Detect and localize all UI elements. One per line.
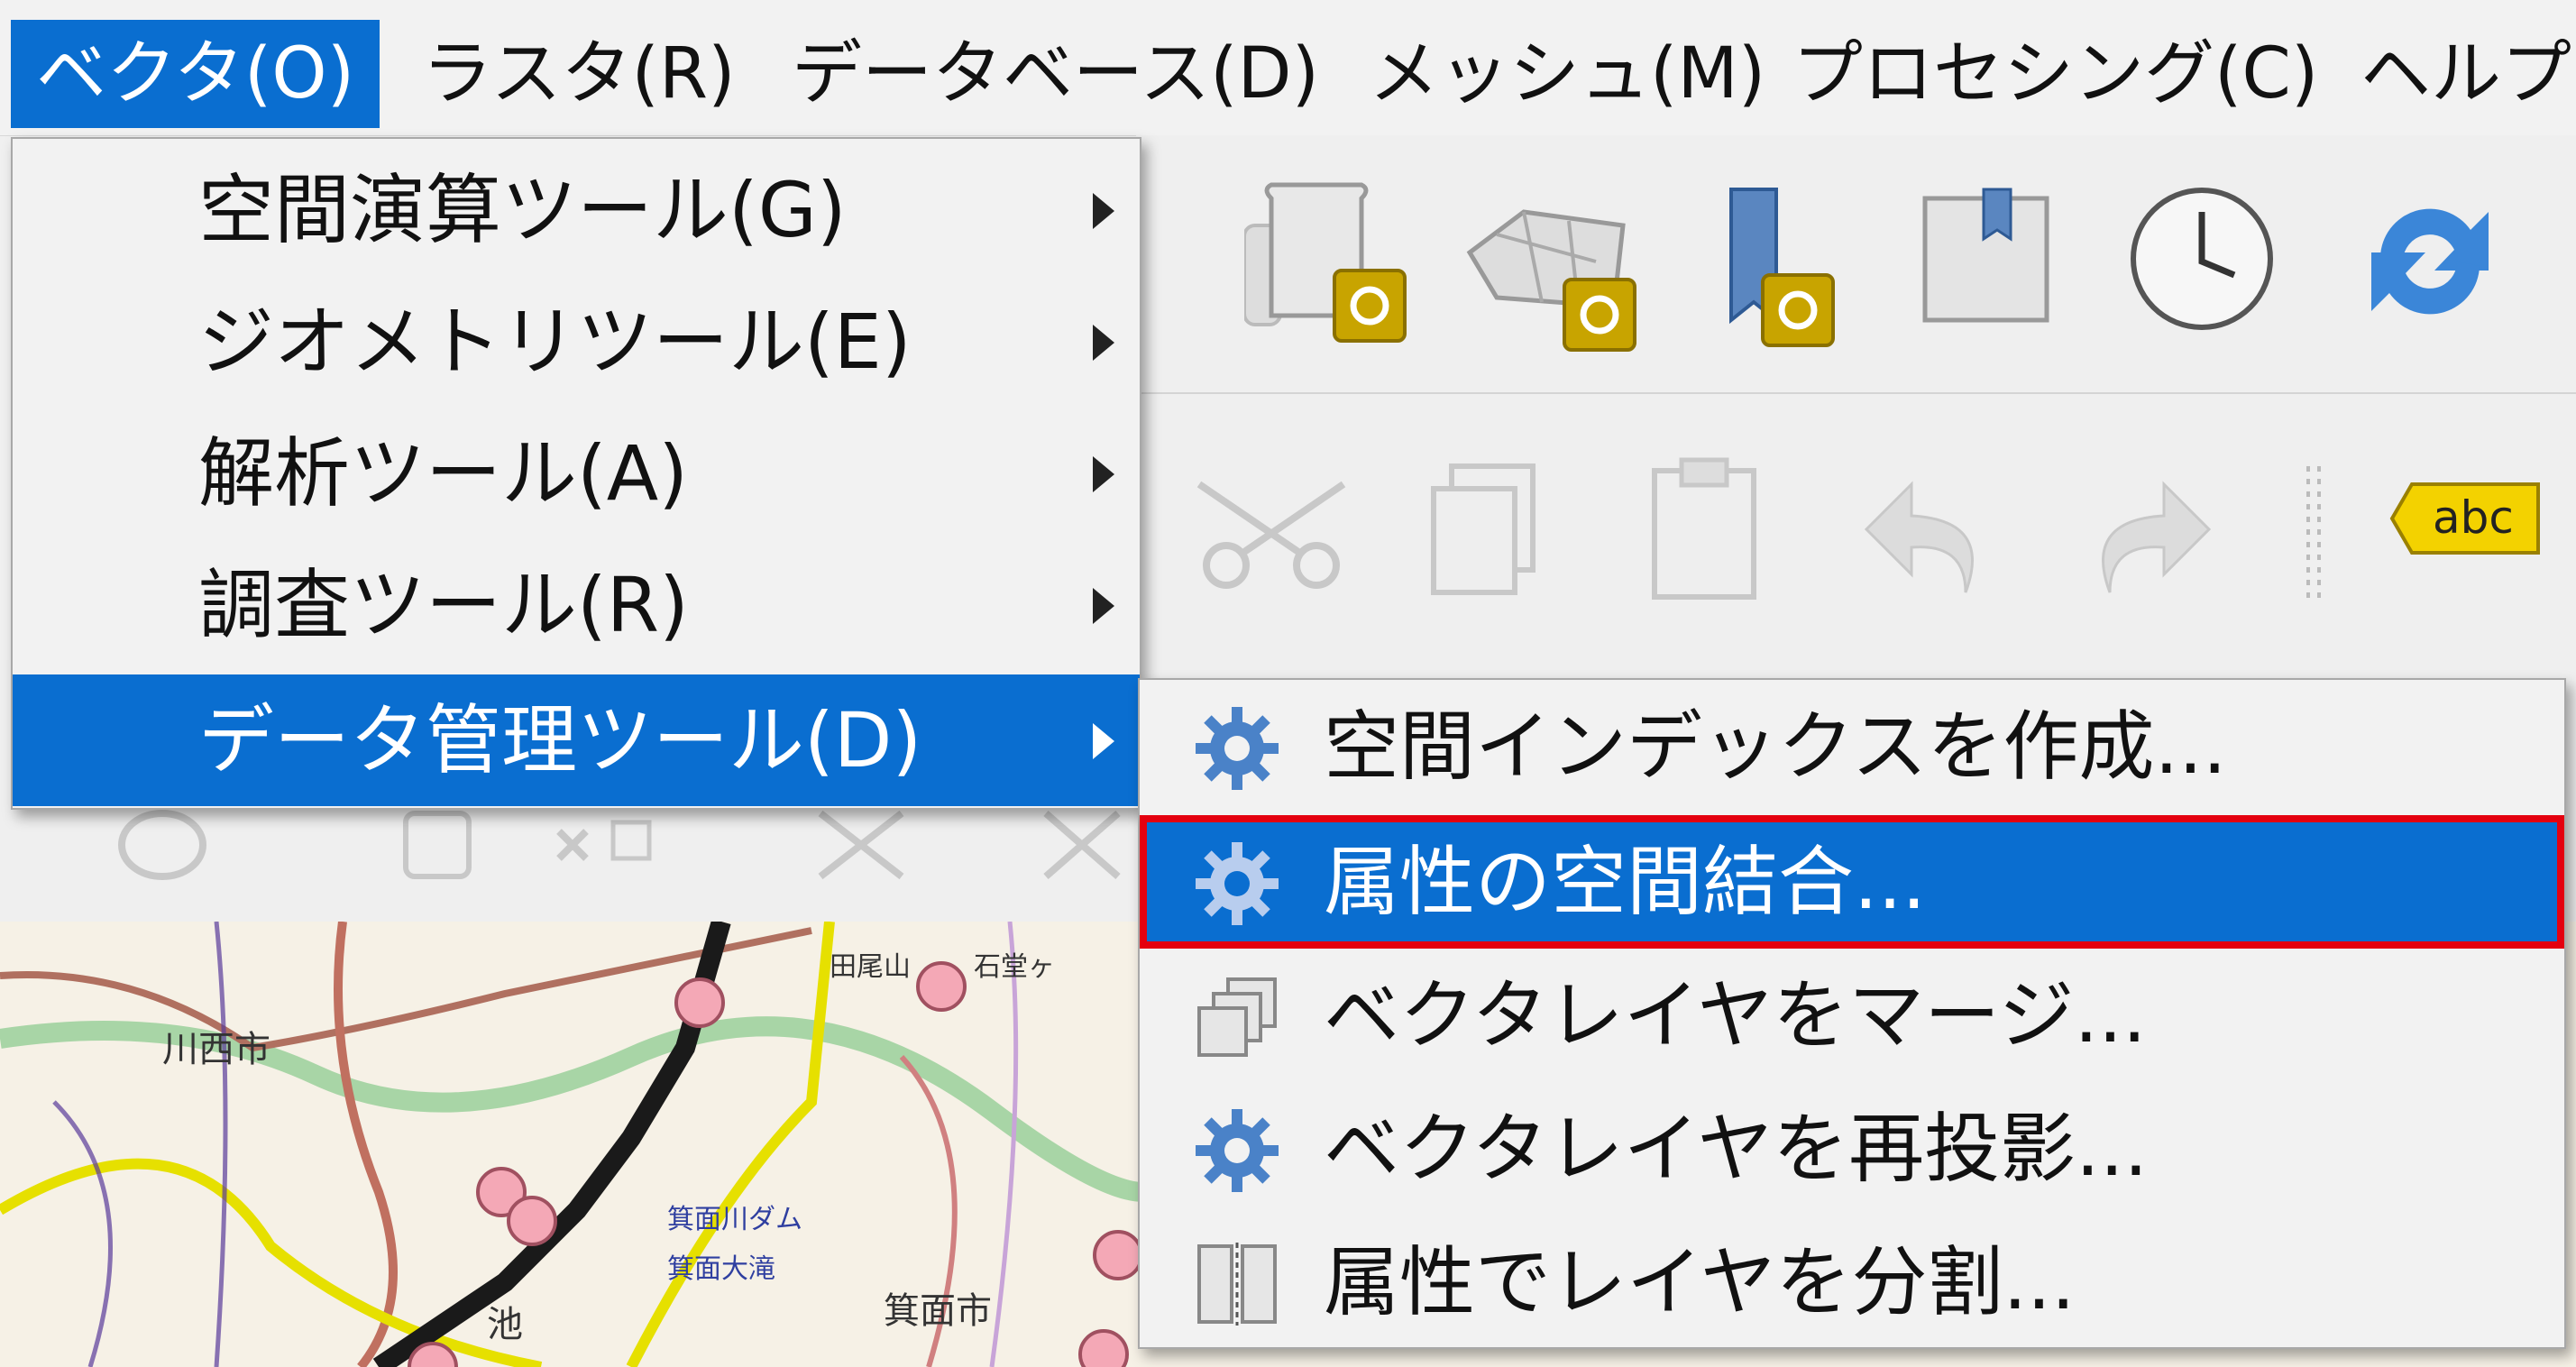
menu-raster[interactable]: ラスタ(R) [397, 20, 761, 128]
split-parts-icon[interactable] [1028, 795, 1136, 895]
map-label-ike: 池 [487, 1304, 523, 1345]
submenu-item-split-vector-layer[interactable]: 属性でレイヤを分割... [1140, 1216, 2564, 1349]
map-label-minoh-falls: 箕面大滝 [667, 1253, 775, 1285]
menu-item-label: データ管理ツール(D) [198, 696, 922, 784]
menu-item-label: 調査ツール(R) [198, 561, 689, 649]
submenu-item-label: 属性でレイヤを分割... [1324, 1238, 2076, 1326]
toolbar-grip-icon[interactable] [2299, 457, 2326, 610]
menu-help[interactable]: ヘルプ( [2335, 20, 2576, 128]
map-label-kawanishi: 川西市 [162, 1029, 270, 1070]
new-temporary-layer-icon[interactable] [1911, 185, 2065, 329]
submenu-item-label: 属性の空間結合... [1324, 838, 1927, 926]
split-layer-icon [1197, 1243, 1277, 1326]
delete-ring-icon[interactable] [541, 795, 685, 895]
copy-icon[interactable] [1425, 457, 1551, 601]
label-tool-text: abc [2433, 491, 2514, 544]
gear-icon [1196, 842, 1279, 925]
gear-icon [1196, 1109, 1279, 1192]
toolbar-edit: abc [1136, 394, 2576, 662]
label-tool-icon[interactable]: abc [2389, 480, 2543, 557]
cut-icon[interactable] [1190, 466, 1352, 592]
submenu-arrow-icon [1093, 193, 1114, 229]
submenu-item-merge-vector-layers[interactable]: ベクタレイヤをマージ... [1140, 949, 2564, 1082]
merge-layers-icon [1197, 977, 1277, 1057]
data-management-submenu: 空間インデックスを作成... 属性の空間結合... ベクタレイヤをマージ... [1138, 678, 2566, 1349]
map-label-minoh-dam: 箕面川ダム [667, 1204, 802, 1235]
menu-database[interactable]: データベース(D) [766, 20, 1344, 128]
submenu-item-reproject-layer[interactable]: ベクタレイヤを再投影... [1140, 1082, 2564, 1216]
submenu-item-label: ベクタレイヤをマージ... [1324, 971, 2147, 1060]
submenu-item-create-spatial-index[interactable]: 空間インデックスを作成... [1140, 680, 2564, 813]
paste-icon[interactable] [1641, 453, 1776, 606]
undo-icon[interactable] [1857, 466, 2002, 601]
menubar: ベクタ(O) ラスタ(R) データベース(D) メッシュ(M) プロセシング(C… [0, 0, 2576, 136]
new-geopackage-layer-icon[interactable] [1253, 180, 1434, 352]
delete-part-icon[interactable] [379, 795, 487, 895]
toolbar-layers [1136, 135, 2576, 394]
menu-item-geometry-tools[interactable]: ジオメトリツール(E) [13, 276, 1140, 408]
vector-menu-dropdown: 空間演算ツール(G) ジオメトリツール(E) 解析ツール(A) 調査ツール(R)… [11, 137, 1141, 810]
menu-processing[interactable]: プロセシング(C) [1767, 20, 2343, 128]
submenu-item-label: ベクタレイヤを再投影... [1324, 1105, 2149, 1193]
menu-vector[interactable]: ベクタ(O) [11, 20, 380, 128]
submenu-arrow-icon [1093, 456, 1114, 492]
redo-icon[interactable] [2074, 466, 2218, 601]
menu-item-analysis-tools[interactable]: 解析ツール(A) [13, 408, 1140, 539]
submenu-item-label: 空間インデックスを作成... [1324, 702, 2227, 791]
menu-item-label: 解析ツール(A) [198, 429, 689, 518]
map-label-minoh: 箕面市 [884, 1290, 992, 1332]
refresh-icon[interactable] [2353, 185, 2507, 338]
menu-item-label: ジオメトリツール(E) [198, 298, 912, 386]
menu-item-geoprocessing-tools[interactable]: 空間演算ツール(G) [13, 144, 1140, 276]
menu-item-research-tools[interactable]: 調査ツール(R) [13, 539, 1140, 671]
map-label-ishidou: 石堂ヶ [974, 951, 1055, 983]
submenu-arrow-icon [1093, 588, 1114, 624]
submenu-arrow-icon [1093, 723, 1114, 759]
clock-icon[interactable] [2128, 185, 2281, 338]
submenu-item-join-attributes-by-location[interactable]: 属性の空間結合... [1140, 815, 2564, 949]
new-virtual-layer-icon[interactable] [1722, 185, 1848, 356]
menu-item-label: 空間演算ツール(G) [198, 166, 847, 254]
submenu-arrow-icon [1093, 325, 1114, 361]
menu-item-data-management-tools[interactable]: データ管理ツール(D) [13, 674, 1140, 806]
menu-mesh[interactable]: メッシュ(M) [1343, 20, 1791, 128]
map-label-taoyama: 田尾山 [830, 951, 911, 983]
gear-icon [1196, 707, 1279, 790]
new-mesh-layer-icon[interactable] [1461, 198, 1641, 352]
split-features-icon[interactable] [802, 795, 920, 895]
select-feature-icon[interactable] [108, 795, 216, 895]
